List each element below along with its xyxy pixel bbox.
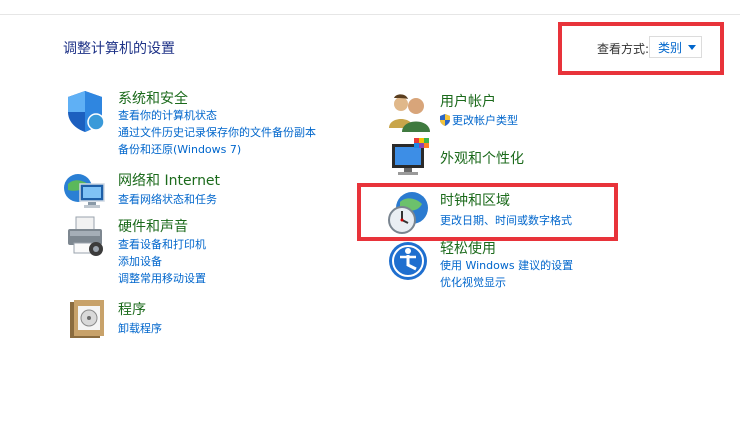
printer-icon[interactable] (62, 215, 108, 261)
users-icon[interactable] (386, 90, 432, 136)
chevron-down-icon (688, 44, 697, 50)
link-uninstall-program[interactable]: 卸载程序 (118, 320, 162, 336)
link-change-date-time-format[interactable]: 更改日期、时间或数字格式 (440, 212, 572, 228)
category-title-appearance[interactable]: 外观和个性化 (440, 148, 524, 168)
link-change-account-type[interactable]: 更改帐户类型 (440, 112, 518, 128)
category-title-hardware-sound[interactable]: 硬件和声音 (118, 216, 188, 236)
link-recommended-settings[interactable]: 使用 Windows 建议的设置 (440, 257, 573, 273)
link-devices-printers[interactable]: 查看设备和打印机 (118, 236, 206, 252)
monitor-icon[interactable] (386, 136, 432, 182)
link-optimize-visual-display[interactable]: 优化视觉显示 (440, 274, 506, 290)
clock-globe-icon[interactable] (386, 190, 432, 236)
network-icon[interactable] (62, 168, 108, 214)
programs-icon[interactable] (64, 296, 110, 342)
page-title: 调整计算机的设置 (63, 41, 175, 57)
view-by-label: 查看方式: (597, 42, 650, 56)
link-backup-restore[interactable]: 备份和还原(Windows 7) (118, 141, 241, 157)
link-add-device[interactable]: 添加设备 (118, 253, 162, 269)
category-title-system-security[interactable]: 系统和安全 (118, 88, 188, 108)
category-title-network-internet[interactable]: 网络和 Internet (118, 170, 220, 190)
category-title-clock-region[interactable]: 时钟和区域 (440, 190, 510, 210)
accessibility-icon[interactable] (386, 239, 432, 285)
category-title-ease-of-access[interactable]: 轻松使用 (440, 238, 496, 258)
category-title-programs[interactable]: 程序 (118, 299, 146, 319)
link-change-account-type-label: 更改帐户类型 (452, 114, 518, 127)
uac-shield-icon (440, 114, 450, 126)
top-divider (0, 14, 740, 15)
view-by-dropdown[interactable]: 类别 (649, 36, 702, 58)
link-network-status[interactable]: 查看网络状态和任务 (118, 191, 217, 207)
link-mobility-settings[interactable]: 调整常用移动设置 (118, 270, 206, 286)
link-file-history[interactable]: 通过文件历史记录保存你的文件备份副本 (118, 124, 316, 140)
category-title-user-accounts[interactable]: 用户帐户 (440, 91, 496, 111)
view-by-value: 类别 (658, 40, 683, 55)
link-view-computer-status[interactable]: 查看你的计算机状态 (118, 107, 217, 123)
shield-icon[interactable] (62, 88, 108, 134)
